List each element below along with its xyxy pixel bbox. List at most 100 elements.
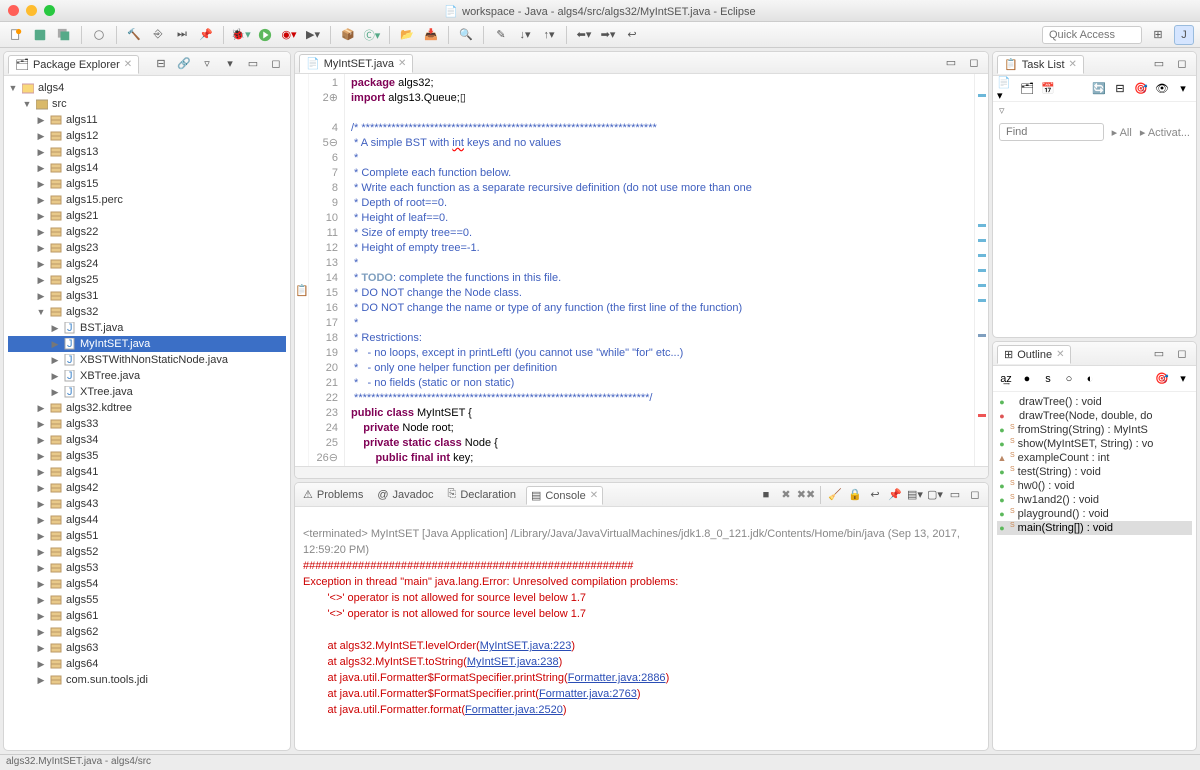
remove-launch-button[interactable]: ✖ — [777, 486, 795, 504]
search-button[interactable]: 🔍 — [456, 25, 476, 45]
outline-item[interactable]: ●drawTree() : void — [997, 395, 1192, 409]
debug-button[interactable]: 🐞▾ — [231, 25, 251, 45]
focus-button[interactable]: ▿ — [197, 54, 217, 74]
minimize-button[interactable]: ▭ — [1149, 54, 1169, 74]
task-list-tab[interactable]: 📋 Task List ✕ — [997, 55, 1084, 74]
hide-static-button[interactable]: s — [1039, 370, 1057, 388]
outline-item[interactable]: ●Shw1and2() : void — [997, 493, 1192, 507]
link-editor-button[interactable]: 🔗 — [174, 54, 194, 74]
open-type-button[interactable] — [89, 25, 109, 45]
back-button[interactable]: ⬅▾ — [574, 25, 594, 45]
sync-button[interactable]: 🔄 — [1090, 80, 1108, 98]
sort-button[interactable]: a͢z — [997, 370, 1015, 388]
menu-button[interactable]: ▾ — [1174, 80, 1192, 98]
tree-item[interactable]: ▶algs64 — [8, 656, 286, 672]
tree-item[interactable]: ▶algs54 — [8, 576, 286, 592]
import-button[interactable]: 📥 — [421, 25, 441, 45]
terminate-button[interactable]: ■ — [757, 486, 775, 504]
tree-item[interactable]: ▶algs51 — [8, 528, 286, 544]
editor-tab[interactable]: 📄 MyIntSET.java ✕ — [299, 54, 413, 73]
outline-item[interactable]: ●Stest(String) : void — [997, 465, 1192, 479]
tree-item[interactable]: ▶JXBTree.java — [8, 368, 286, 384]
stack-link[interactable]: Formatter.java:2886 — [568, 672, 666, 684]
stack-link[interactable]: MyIntSET.java:238 — [467, 656, 559, 668]
hide-nonpublic-button[interactable]: ○ — [1060, 370, 1078, 388]
open-perspective-button[interactable]: ⊞ — [1148, 25, 1168, 45]
maximize-button[interactable]: ◻ — [266, 54, 286, 74]
close-icon[interactable]: ✕ — [1056, 349, 1064, 360]
skip-button[interactable]: ⏭ — [172, 25, 192, 45]
tree-item[interactable]: ▶algs62 — [8, 624, 286, 640]
tree-item[interactable]: ▶algs42 — [8, 480, 286, 496]
minimize-button[interactable]: ▭ — [941, 53, 961, 73]
outline-item[interactable]: ▲SexampleCount : int — [997, 451, 1192, 465]
close-icon[interactable]: ✕ — [1069, 59, 1077, 70]
tree-item[interactable]: ▶algs15 — [8, 176, 286, 192]
declaration-tab[interactable]: ⎘Declaration — [444, 486, 520, 503]
tree-item[interactable]: ▶algs24 — [8, 256, 286, 272]
console-tab[interactable]: ▤Console ✕ — [526, 486, 603, 505]
maximize-button[interactable]: ◻ — [964, 53, 984, 73]
package-explorer-tab[interactable]: 🗂 Package Explorer ✕ — [8, 55, 139, 74]
tree-item[interactable]: ▶algs11 — [8, 112, 286, 128]
tree-item[interactable]: ▶algs25 — [8, 272, 286, 288]
toggle-button[interactable]: ⎆ — [148, 25, 168, 45]
tree-item[interactable]: ▶algs34 — [8, 432, 286, 448]
run-button[interactable] — [255, 25, 275, 45]
tree-item[interactable]: ▶algs33 — [8, 416, 286, 432]
tree-item[interactable]: ▶algs12 — [8, 128, 286, 144]
problems-tab[interactable]: ⚠Problems — [299, 486, 367, 503]
hide-local-button[interactable]: ◐ — [1081, 370, 1099, 388]
activate-link[interactable]: ▸ Activat... — [1140, 126, 1190, 139]
menu-button[interactable]: ▾ — [1174, 370, 1192, 388]
code-editor[interactable]: 📋 1 2⊕ 4 5⊖ 6 7 8 9 10 11 12 13 14 15 16… — [295, 74, 988, 465]
minimize-button[interactable]: ▭ — [946, 486, 964, 504]
focus-button[interactable]: 🎯 — [1132, 80, 1150, 98]
java-perspective-button[interactable]: J — [1174, 25, 1194, 45]
save-all-button[interactable] — [54, 25, 74, 45]
tree-item[interactable]: ▼algs32 — [8, 304, 286, 320]
outline-item[interactable]: ●SfromString(String) : MyIntS — [997, 423, 1192, 437]
tree-item[interactable]: ▶algs55 — [8, 592, 286, 608]
open-console-button[interactable]: ▢▾ — [926, 486, 944, 504]
stack-link[interactable]: MyIntSET.java:223 — [480, 640, 572, 652]
tree-item[interactable]: ▶algs52 — [8, 544, 286, 560]
minimize-button[interactable]: ▭ — [243, 54, 263, 74]
tree-item[interactable]: ▼src — [8, 96, 286, 112]
tree-item[interactable]: ▶com.sun.tools.jdi — [8, 672, 286, 688]
close-icon[interactable]: ✕ — [398, 58, 406, 69]
javadoc-tab[interactable]: @Javadoc — [373, 487, 437, 503]
tree-item[interactable]: ▶algs61 — [8, 608, 286, 624]
maximize-button[interactable]: ◻ — [1172, 54, 1192, 74]
package-tree[interactable]: ▼algs4▼src▶algs11▶algs12▶algs13▶algs14▶a… — [4, 76, 290, 750]
forward-button[interactable]: ➡▾ — [598, 25, 618, 45]
tree-item[interactable]: ▶JXBSTWithNonStaticNode.java — [8, 352, 286, 368]
maximize-button[interactable]: ◻ — [966, 486, 984, 504]
tree-item[interactable]: ▶algs32.kdtree — [8, 400, 286, 416]
open-task-button[interactable]: 📂 — [397, 25, 417, 45]
tree-item[interactable]: ▶algs43 — [8, 496, 286, 512]
pin-console-button[interactable]: 📌 — [886, 486, 904, 504]
hide-button[interactable]: 👁 — [1153, 80, 1171, 98]
wrap-button[interactable]: ↩ — [866, 486, 884, 504]
tree-item[interactable]: ▶algs23 — [8, 240, 286, 256]
outline-tree[interactable]: ●drawTree() : void●drawTree(Node, double… — [993, 392, 1196, 538]
new-task-button[interactable]: 📄▾ — [997, 80, 1015, 98]
annotate-button[interactable]: ✎ — [491, 25, 511, 45]
tree-item[interactable]: ▶JXTree.java — [8, 384, 286, 400]
outline-item[interactable]: ●drawTree(Node, double, do — [997, 409, 1192, 423]
close-icon[interactable]: ✕ — [590, 490, 598, 501]
new-class-button[interactable]: Ⓒ▾ — [362, 25, 382, 45]
remove-all-button[interactable]: ✖✖ — [797, 486, 815, 504]
tree-item[interactable]: ▶algs44 — [8, 512, 286, 528]
collapse-button[interactable]: ⊟ — [1111, 80, 1129, 98]
view-menu-button[interactable]: ▾ — [220, 54, 240, 74]
tree-item[interactable]: ▶algs13 — [8, 144, 286, 160]
tree-item[interactable]: ▶JBST.java — [8, 320, 286, 336]
display-selected-button[interactable]: ▤▾ — [906, 486, 924, 504]
stack-link[interactable]: Formatter.java:2763 — [539, 688, 637, 700]
stack-link[interactable]: Formatter.java:2520 — [465, 704, 563, 716]
tree-item[interactable]: ▶algs63 — [8, 640, 286, 656]
pin-button[interactable]: 📌 — [196, 25, 216, 45]
tree-item[interactable]: ▶algs53 — [8, 560, 286, 576]
